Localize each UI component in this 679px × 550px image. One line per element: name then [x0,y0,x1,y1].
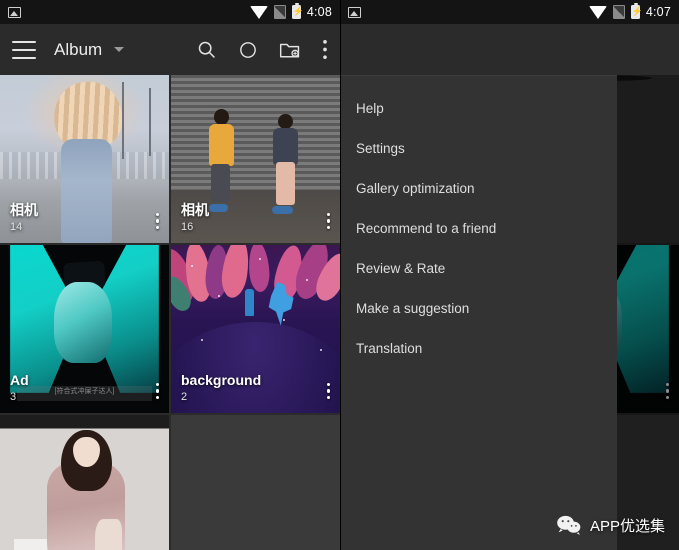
sim-icon [273,5,286,19]
folder-add-icon[interactable] [279,40,301,60]
album-tile[interactable]: afgdxgge [0,415,169,550]
sim-icon [612,5,625,19]
album-count: 16 [181,221,194,233]
wifi-icon [249,5,268,19]
album-thumbnail [0,415,169,550]
photo-icon [8,6,21,18]
drawer-menu: Help Settings Gallery optimization Recom… [340,76,617,368]
menu-item-label: Gallery optimization [356,180,475,196]
menu-item-help[interactable]: Help [340,88,617,128]
album-grid: 相机 14 相机 16 [符合式冲屎子达人] Ad 3 background 2 [0,75,340,550]
album-count: 14 [10,221,23,233]
screenshot-divider [340,0,341,550]
album-tile[interactable]: background 2 [171,245,340,413]
menu-item-settings[interactable]: Settings [340,128,617,168]
album-count: 3 [10,391,17,403]
watermark-label: APP优选集 [589,517,665,535]
menu-item-label: Help [356,100,384,116]
menu-item-recommend-to-a-friend[interactable]: Recommend to a friend [340,208,617,248]
menu-item-translation[interactable]: Translation [340,328,617,368]
menu-item-label: Settings [356,140,405,156]
menu-item-label: Translation [356,340,423,356]
menu-item-label: Recommend to a friend [356,220,497,236]
right-app-bar [340,24,679,75]
status-bar-time: 4:08 [306,5,332,19]
status-bar-time: 4:07 [645,5,671,19]
album-name: background [181,371,262,388]
album-name: 相机 [10,201,38,218]
circle-icon[interactable] [238,40,258,60]
battery-charging-icon [291,2,301,19]
menu-item-label: Review & Rate [356,260,446,276]
photo-icon [348,6,361,18]
album-thumbnail [171,415,340,550]
album-art-caption: [符合式冲屎子达人] [16,386,153,402]
album-label: 相机 14 [10,202,38,234]
album-tile[interactable]: 相机 14 [0,75,169,243]
navigation-drawer: FOTO Premium user Help Settings [340,24,617,550]
album-label: background 2 [181,372,261,404]
left-app-bar: Album [0,24,340,75]
menu-item-make-a-suggestion[interactable]: Make a suggestion [340,288,617,328]
album-overflow-icon[interactable] [155,212,159,229]
album-name: Ad [10,371,29,388]
album-overflow-icon[interactable] [155,382,159,399]
album-label: Ad 3 [10,372,29,404]
menu-item-label: Make a suggestion [356,300,470,316]
album-name: 相机 [181,201,209,218]
wifi-icon [588,5,607,19]
left-status-bar: 4:08 [0,0,340,24]
menu-item-review-and-rate[interactable]: Review & Rate [340,248,617,288]
battery-charging-icon [630,2,640,19]
album-overflow-icon[interactable] [326,382,330,399]
caret-down-icon[interactable] [114,47,125,52]
wechat-watermark: APP优选集 [556,514,665,536]
album-tile[interactable]: [符合式冲屎子达人] Ad 3 [0,245,169,413]
album-tile[interactable]: 相机 16 [171,75,340,243]
album-tile[interactable]: Pictures [171,415,340,550]
search-icon[interactable] [196,39,217,60]
hamburger-icon[interactable] [12,40,36,59]
right-phone-screen: 4:07 着贫穷 [340,0,679,550]
album-label: 相机 16 [181,202,209,234]
menu-item-gallery-optimization[interactable]: Gallery optimization [340,168,617,208]
right-status-bar: 4:07 [340,0,679,24]
overflow-menu-icon[interactable] [322,39,328,60]
album-overflow-icon[interactable] [326,212,330,229]
album-count: 2 [181,391,188,403]
page-title: Album [54,39,103,59]
left-phone-screen: 4:08 Album [0,0,340,550]
wechat-icon [557,515,581,535]
